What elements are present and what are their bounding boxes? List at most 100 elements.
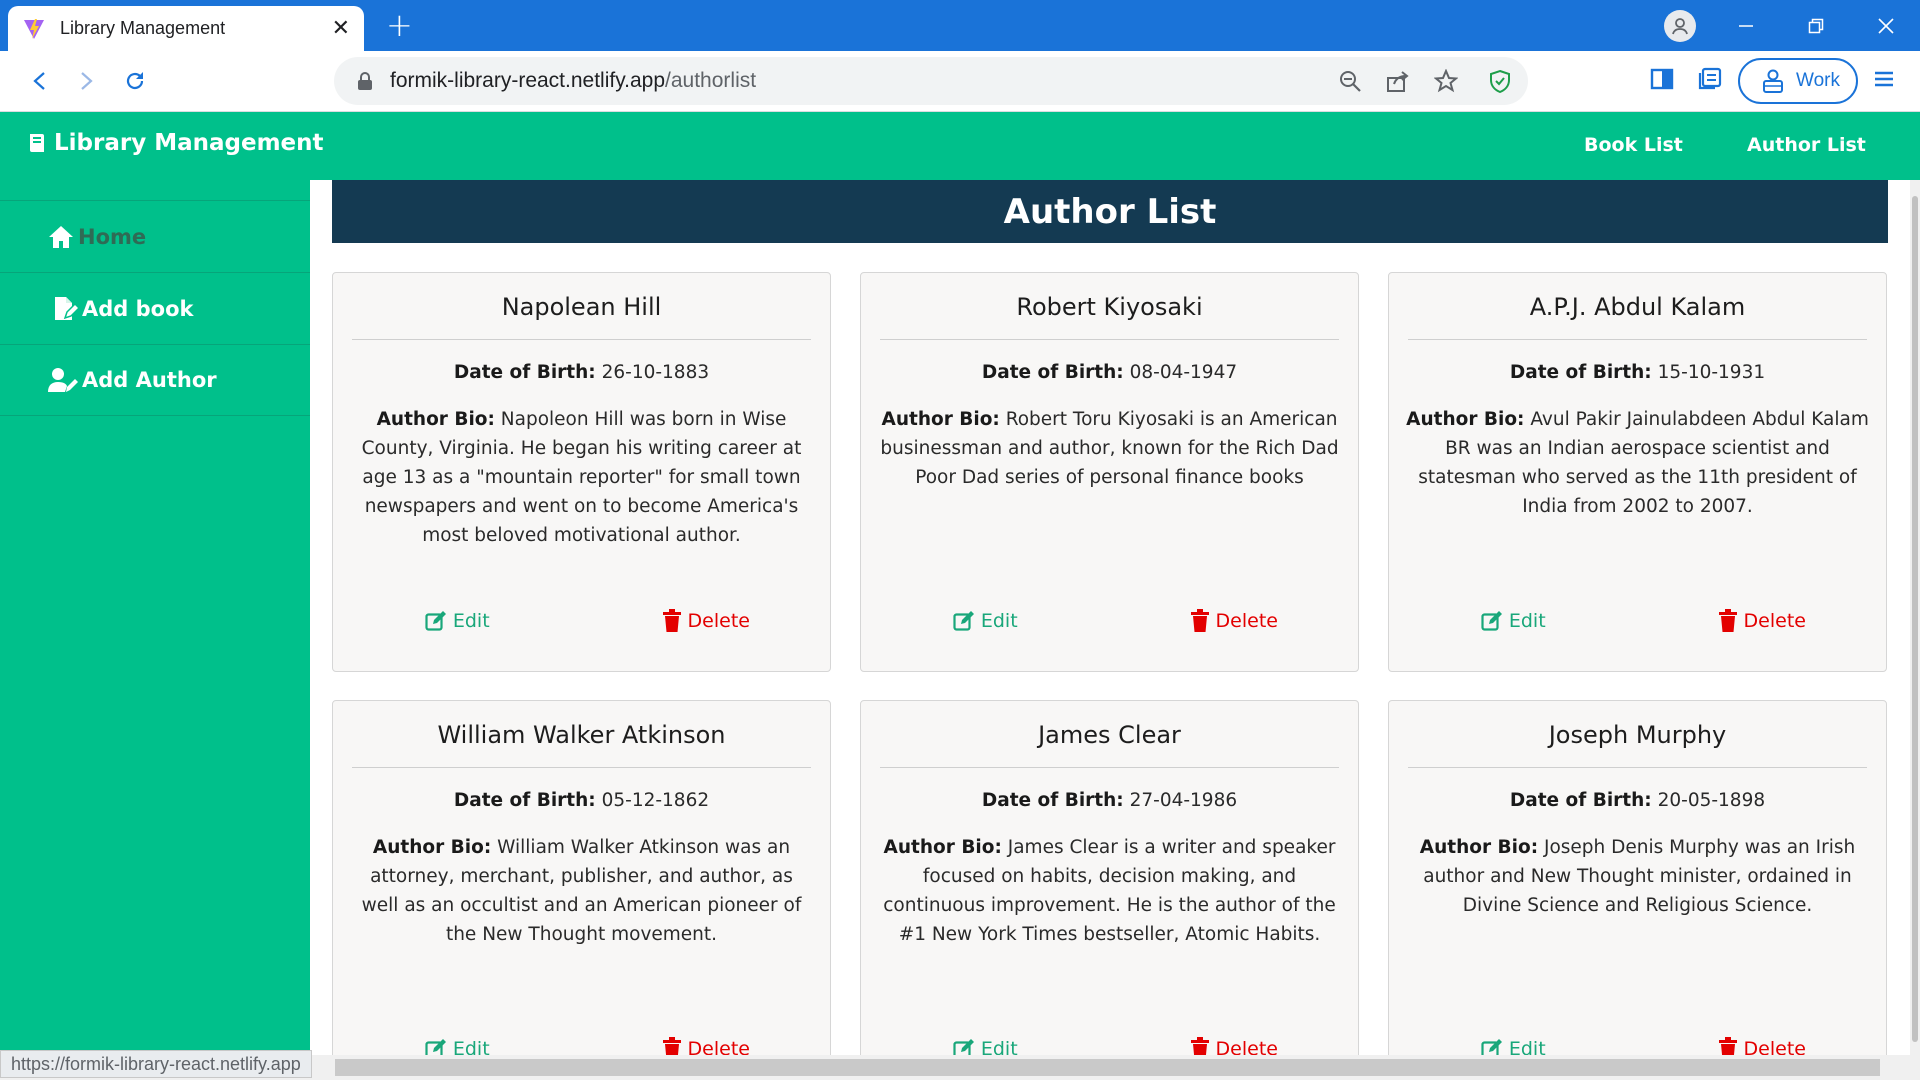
author-dob: Date of Birth: 08-04-1947 xyxy=(861,362,1358,383)
delete-button[interactable]: Delete xyxy=(1638,1037,1887,1055)
back-button[interactable] xyxy=(22,63,58,99)
bookmark-star-icon[interactable] xyxy=(1434,69,1458,93)
author-name: A.P.J. Abdul Kalam xyxy=(1529,293,1746,321)
dob-label: Date of Birth: xyxy=(453,362,596,383)
dob-value: 08-04-1947 xyxy=(1129,362,1238,383)
bio-label: Author Bio: xyxy=(1406,409,1525,430)
author-card: A.P.J. Abdul Kalam Date of Birth: 15-10-1… xyxy=(1388,272,1887,672)
card-divider xyxy=(352,339,811,340)
dob-value: 05-12-1862 xyxy=(601,790,710,811)
edit-icon xyxy=(953,1039,974,1055)
close-window-button[interactable] xyxy=(1856,0,1916,51)
page-header: Author List xyxy=(332,180,1888,243)
edit-label: Edit xyxy=(980,610,1018,632)
forward-arrow-icon xyxy=(81,72,93,90)
edit-button[interactable]: Edit xyxy=(1389,1037,1638,1055)
edit-label: Edit xyxy=(452,1038,490,1055)
restore-button[interactable] xyxy=(1786,0,1846,51)
sidebar-item-label: Add book xyxy=(82,296,194,321)
trash-icon xyxy=(1718,1037,1737,1055)
vite-logo-icon xyxy=(24,18,44,39)
delete-label: Delete xyxy=(687,610,750,632)
delete-button[interactable]: Delete xyxy=(1638,609,1887,633)
author-bio: Author Bio: Robert Toru Kiyosaki is an A… xyxy=(877,405,1342,492)
dob-value: 26-10-1883 xyxy=(601,362,710,383)
edit-label: Edit xyxy=(980,1038,1018,1055)
status-bar-url: https://formik-library-react.netlify.app xyxy=(0,1050,312,1078)
author-bio: Author Bio: William Walker Atkinson was … xyxy=(349,833,814,949)
author-dob: Date of Birth: 26-10-1883 xyxy=(333,362,830,383)
nav-author-list[interactable]: Author List xyxy=(1747,134,1866,156)
lock-icon xyxy=(358,72,372,90)
author-dob: Date of Birth: 15-10-1931 xyxy=(1389,362,1886,383)
edit-button[interactable]: Edit xyxy=(861,1037,1110,1055)
delete-button[interactable]: Delete xyxy=(582,609,831,633)
new-tab-button[interactable]: + xyxy=(386,8,413,42)
zoom-icon[interactable] xyxy=(1338,69,1362,93)
minimize-icon xyxy=(1739,24,1753,27)
bio-label: Author Bio: xyxy=(1419,837,1539,858)
menu-icon[interactable] xyxy=(1870,65,1898,93)
author-card: Joseph Murphy Date of Birth: 20-05-1898 Au… xyxy=(1388,700,1887,1055)
author-name: William Walker Atkinson xyxy=(437,721,726,749)
shield-extension-icon[interactable] xyxy=(1488,69,1512,93)
profile-avatar-icon[interactable] xyxy=(1664,10,1696,42)
edit-button[interactable]: Edit xyxy=(861,609,1110,633)
restore-icon xyxy=(1808,18,1824,33)
forward-button[interactable] xyxy=(68,63,104,99)
url-path: /authorlist xyxy=(665,69,757,92)
tab-close-icon[interactable]: ✕ xyxy=(332,16,350,41)
edit-button[interactable]: Edit xyxy=(333,1037,582,1055)
share-icon[interactable] xyxy=(1386,69,1410,93)
author-dob: Date of Birth: 05-12-1862 xyxy=(333,790,830,811)
brand-title: Library Management xyxy=(54,130,324,156)
horizontal-scrollbar-thumb[interactable] xyxy=(335,1059,1880,1076)
work-profile-button[interactable]: Work xyxy=(1738,58,1858,104)
delete-button[interactable]: Delete xyxy=(582,1037,831,1055)
edit-icon xyxy=(425,1039,446,1055)
brand-link[interactable]: Library Management xyxy=(28,130,324,156)
card-divider xyxy=(880,339,1339,340)
trash-icon xyxy=(1718,609,1737,632)
dob-label: Date of Birth: xyxy=(1509,790,1652,811)
dob-label: Date of Birth: xyxy=(453,790,596,811)
minimize-button[interactable] xyxy=(1716,0,1776,51)
sidebar-item-label: Add Author xyxy=(82,368,217,392)
edit-label: Edit xyxy=(452,610,490,632)
bio-label: Author Bio: xyxy=(881,409,1000,430)
app-navbar: Library Management Book List Author List xyxy=(0,112,1920,180)
url-domain: formik-library-react.netlify.app xyxy=(390,69,666,92)
author-name: James Clear xyxy=(1038,721,1181,749)
card-divider xyxy=(1408,767,1867,768)
author-card: Robert Kiyosaki Date of Birth: 08-04-1947… xyxy=(860,272,1359,672)
edit-button[interactable]: Edit xyxy=(1389,609,1638,633)
delete-button[interactable]: Delete xyxy=(1110,609,1359,633)
trash-icon xyxy=(1190,1037,1209,1055)
user-edit-icon xyxy=(48,368,78,392)
nav-book-list[interactable]: Book List xyxy=(1584,134,1683,156)
vertical-scrollbar-thumb[interactable] xyxy=(1912,196,1918,1042)
card-actions: Edit Delete xyxy=(861,1037,1358,1055)
trash-icon xyxy=(1190,609,1209,632)
delete-label: Delete xyxy=(1215,610,1278,632)
author-card: Napolean Hill Date of Birth: 26-10-1883 Au… xyxy=(332,272,831,672)
reload-icon xyxy=(126,72,144,90)
card-divider xyxy=(880,767,1339,768)
sidebar-item-add-book[interactable]: Add book xyxy=(0,272,310,344)
address-bar[interactable]: formik-library-react.netlify.app/authorl… xyxy=(334,57,1528,105)
delete-button[interactable]: Delete xyxy=(1110,1037,1359,1055)
sidebar-item-add-author[interactable]: Add Author xyxy=(0,344,310,416)
dob-label: Date of Birth: xyxy=(981,790,1124,811)
sidebar-toggle-icon[interactable] xyxy=(1648,65,1676,93)
edit-button[interactable]: Edit xyxy=(333,609,582,633)
reload-button[interactable] xyxy=(117,63,153,99)
author-dob: Date of Birth: 20-05-1898 xyxy=(1389,790,1886,811)
bio-label: Author Bio: xyxy=(883,837,1002,858)
browser-tab[interactable]: Library Management ✕ xyxy=(8,6,364,51)
page-title: Author List xyxy=(1003,191,1217,232)
edit-label: Edit xyxy=(1508,610,1546,632)
sidebar-item-home[interactable]: Home xyxy=(0,200,310,272)
card-actions: Edit Delete xyxy=(1389,1037,1886,1055)
collections-icon[interactable] xyxy=(1696,65,1724,93)
dob-label: Date of Birth: xyxy=(1509,362,1652,383)
